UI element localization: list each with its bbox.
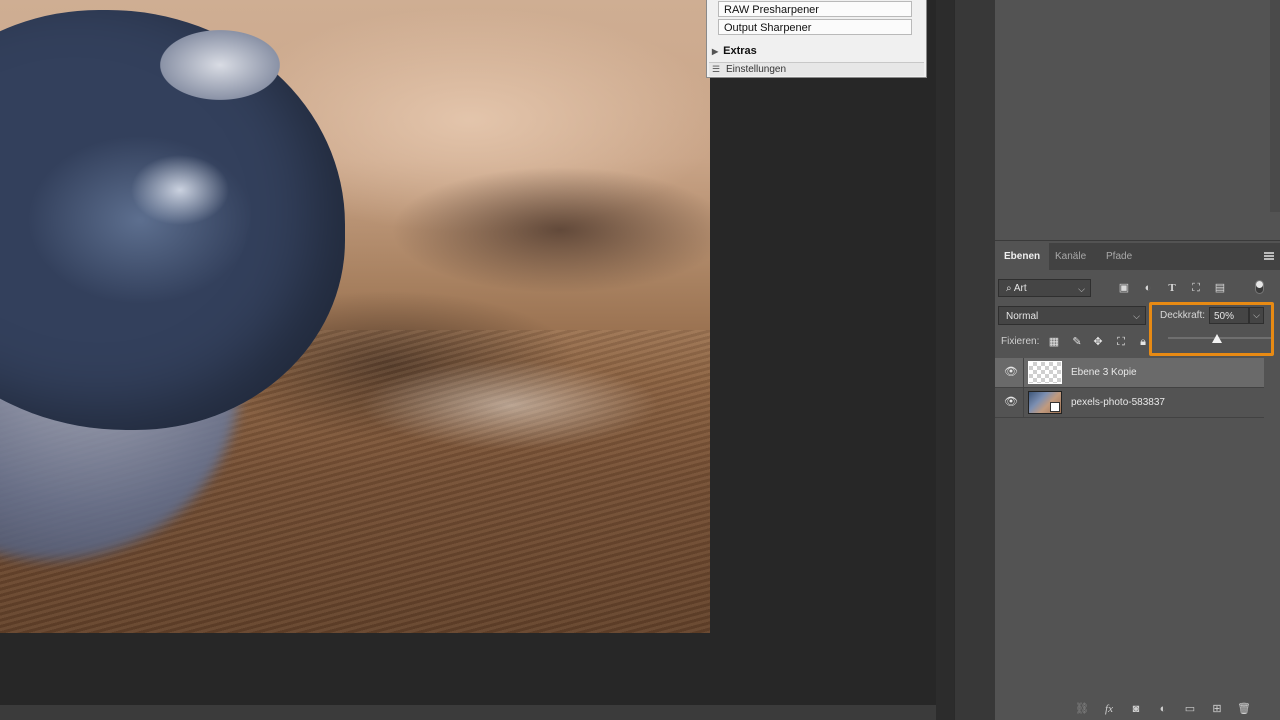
extras-label: Extras [723, 45, 757, 57]
photo-highlight [360, 360, 660, 450]
shape-filter-icon[interactable]: ⛶ [1188, 280, 1204, 296]
panel-menu-icon[interactable] [1264, 252, 1274, 260]
right-panel: Ebenen Kanäle Pfade ⌕ Art ⌵ ▣ ◐ T ⛶ ▤ No… [995, 0, 1280, 720]
expand-triangle-icon[interactable]: ▶ [712, 47, 718, 56]
panel-gutter [936, 0, 954, 720]
chevron-down-icon: ⌵ [1078, 284, 1085, 294]
blend-mode-select[interactable]: Normal ⌵ [998, 306, 1146, 325]
layer-thumbnail[interactable] [1028, 361, 1062, 384]
layer-divider [1023, 358, 1024, 387]
filter-kind-value: Art [1013, 283, 1027, 294]
blueberry-photo[interactable] [0, 0, 710, 633]
adjustment-filter-icon[interactable]: ◐ [1140, 280, 1156, 296]
trash-icon[interactable]: 🗑︎ [1236, 701, 1252, 717]
chevron-down-icon: ⌵ [1133, 311, 1140, 321]
upper-panel-scrollbar[interactable] [1270, 0, 1280, 212]
lock-label: Fixieren: [1001, 336, 1040, 347]
output-sharpener-button[interactable]: Output Sharpener [718, 19, 912, 35]
lock-image-icon[interactable]: ✎ [1070, 335, 1084, 349]
layer-name[interactable]: pexels-photo-583837 [1071, 388, 1165, 417]
lock-transparent-icon[interactable]: ▦ [1047, 335, 1061, 349]
fx-icon[interactable]: fx [1101, 701, 1117, 717]
settings-label: Einstellungen [726, 64, 787, 75]
filter-kind-select[interactable]: ⌕ Art ⌵ [998, 279, 1091, 297]
document-canvas[interactable] [0, 0, 936, 705]
filter-toggle-switch[interactable] [1255, 280, 1264, 294]
layers-footer-toolbar: ⛓︎ fx ◙ ◐ ▭ ⊞ 🗑︎ [995, 697, 1280, 720]
layer-divider [1023, 388, 1024, 417]
tab-layers[interactable]: Ebenen [995, 243, 1050, 270]
type-filter-icon[interactable]: T [1164, 280, 1180, 296]
visibility-eye-icon[interactable]: 👁︎ [1004, 366, 1018, 378]
lock-position-icon[interactable]: ✥ [1091, 335, 1105, 349]
adjustment-layer-icon[interactable]: ◐ [1155, 701, 1171, 717]
layer-row[interactable]: 👁︎ pexels-photo-583837 [995, 388, 1264, 418]
layer-thumbnail[interactable] [1028, 391, 1062, 414]
link-icon[interactable]: ⛓︎ [1074, 701, 1090, 717]
raw-presharpener-button[interactable]: RAW Presharpener [718, 1, 912, 17]
tab-paths[interactable]: Pfade [1097, 243, 1141, 270]
layer-name[interactable]: Ebene 3 Kopie [1071, 358, 1137, 387]
lock-artboard-icon[interactable]: ⛶ [1114, 335, 1128, 349]
visibility-eye-icon[interactable]: 👁︎ [1004, 396, 1018, 408]
mask-icon[interactable]: ◙ [1128, 701, 1144, 717]
layer-row[interactable]: 👁︎ Ebene 3 Kopie [995, 358, 1264, 388]
sharpener-plugin-panel: RAW Presharpener Output Sharpener ▶ Extra… [706, 0, 927, 78]
extras-section[interactable]: ▶ Extras [712, 45, 757, 57]
smart-object-badge-icon [1050, 402, 1060, 412]
group-icon[interactable]: ▭ [1182, 701, 1198, 717]
tab-channels[interactable]: Kanäle [1046, 243, 1095, 270]
lock-all-icon[interactable]: 🔒︎ [1136, 335, 1150, 349]
layer-filter-row: ⌕ Art ⌵ ▣ ◐ T ⛶ ▤ [995, 278, 1280, 300]
layers-tab-bar: Ebenen Kanäle Pfade [995, 243, 1280, 270]
image-filter-icon[interactable]: ▣ [1116, 280, 1132, 296]
berry-crown [160, 30, 280, 100]
status-bar [0, 705, 936, 720]
smart-object-filter-icon[interactable]: ▤ [1212, 280, 1228, 296]
blend-mode-value: Normal [1006, 311, 1039, 322]
settings-list-icon: ☰ [712, 64, 721, 74]
search-icon: ⌕ [1006, 283, 1014, 294]
opacity-highlight-frame [1149, 302, 1274, 356]
settings-bar[interactable]: ☰ Einstellungen [709, 62, 924, 76]
new-layer-icon[interactable]: ⊞ [1209, 701, 1225, 717]
upper-panel-area [995, 0, 1280, 241]
collapsed-panel-dock [954, 0, 996, 720]
